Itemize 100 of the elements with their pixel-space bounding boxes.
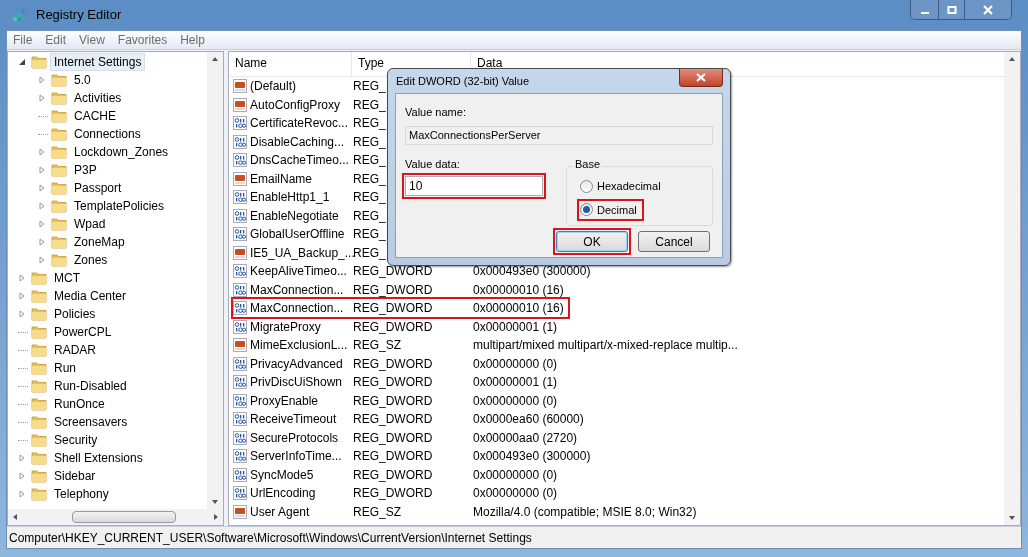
value-name: MaxConnection... xyxy=(249,281,345,299)
folder-icon xyxy=(31,451,47,465)
tree-item[interactable]: Lockdown_Zones xyxy=(70,143,173,161)
collapsed-arrow-icon[interactable] xyxy=(18,274,26,282)
tree-item[interactable]: Wpad xyxy=(70,215,110,233)
value-type: REG_ xyxy=(352,133,386,151)
collapsed-arrow-icon[interactable] xyxy=(38,238,46,246)
tree-item[interactable]: Policies xyxy=(50,305,100,323)
value-type: REG_DWORD xyxy=(352,318,433,336)
value-name: AutoConfigProxy xyxy=(249,96,342,114)
tree-item[interactable]: CACHE xyxy=(70,107,120,125)
table-row[interactable]: PrivDiscUiShown REG_DWORD 0x00000001 (1) xyxy=(233,373,562,392)
table-row[interactable]: SyncMode5 REG_DWORD 0x00000000 (0) xyxy=(233,465,562,484)
menu-item[interactable]: View xyxy=(73,31,111,49)
folder-icon xyxy=(51,181,67,195)
dialog-button[interactable]: OK xyxy=(556,231,628,252)
collapsed-arrow-icon[interactable] xyxy=(38,256,46,264)
binary-value-icon xyxy=(233,356,247,371)
vertical-scrollbar[interactable] xyxy=(207,52,223,509)
tree-item[interactable]: PowerCPL xyxy=(50,323,116,341)
collapsed-arrow-icon[interactable] xyxy=(38,184,46,192)
value-name: DnsCacheTimeo... xyxy=(249,152,350,170)
tree-item[interactable]: Sidebar xyxy=(50,467,100,485)
collapsed-arrow-icon[interactable] xyxy=(38,166,46,174)
expanded-arrow-icon[interactable] xyxy=(18,58,26,66)
collapsed-arrow-icon[interactable] xyxy=(38,94,46,102)
dialog-title: Edit DWORD (32-bit) Value xyxy=(396,73,530,89)
table-row[interactable]: User Agent REG_SZ Mozilla/4.0 (compatible; MSIE 8.0; Win32) xyxy=(233,502,701,521)
maximize-button[interactable] xyxy=(939,0,965,19)
folder-icon xyxy=(51,199,67,213)
tree-item[interactable]: Passport xyxy=(70,179,126,197)
minimize-button[interactable] xyxy=(911,0,939,19)
tree-item[interactable]: Run xyxy=(50,359,80,377)
collapsed-arrow-icon[interactable] xyxy=(38,76,46,84)
tree-item[interactable]: ZoneMap xyxy=(70,233,129,251)
tree-item[interactable]: Security xyxy=(50,431,102,449)
radio-option[interactable]: Hexadecimal xyxy=(580,178,665,195)
collapsed-arrow-icon[interactable] xyxy=(18,310,26,318)
tree-item[interactable]: MCT xyxy=(50,269,84,287)
collapsed-arrow-icon[interactable] xyxy=(18,472,26,480)
tree-item[interactable]: Shell Extensions xyxy=(50,449,147,467)
menu-item[interactable]: Favorites xyxy=(111,31,174,49)
table-row[interactable]: SecureProtocols REG_DWORD 0x00000aa0 (2720) xyxy=(233,428,582,447)
value-type: REG_ xyxy=(352,115,386,133)
table-row[interactable]: ReceiveTimeout REG_DWORD 0x0000ea60 (60000) xyxy=(233,410,588,429)
value-name-field[interactable]: MaxConnectionsPerServer xyxy=(405,125,713,145)
tree-item[interactable]: RADAR xyxy=(50,341,100,359)
value-data-label: Value data: xyxy=(405,156,461,172)
tree-item[interactable]: Screensavers xyxy=(50,413,132,431)
tree-item[interactable]: Media Center xyxy=(50,287,131,305)
table-row[interactable]: PrivacyAdvanced REG_DWORD 0x00000000 (0) xyxy=(233,354,562,373)
table-row[interactable]: KeepAliveTimeo... REG_DWORD 0x000493e0 (300000) xyxy=(233,262,595,281)
collapsed-arrow-icon[interactable] xyxy=(18,454,26,462)
table-row[interactable]: IE5_UA_Backup_...REG_ xyxy=(233,243,470,262)
table-row[interactable]: GlobalUserOffline REG_ xyxy=(233,225,470,244)
column-header[interactable]: Name xyxy=(229,52,352,76)
close-button[interactable] xyxy=(679,69,723,87)
tree-item[interactable]: TemplatePolicies xyxy=(70,197,169,215)
table-row[interactable]: MimeExclusionL... REG_SZ multipart/mixed multipart/x-mixed-replace multip... xyxy=(233,336,742,355)
radio-option[interactable]: Decimal xyxy=(580,201,641,218)
vertical-scrollbar[interactable] xyxy=(1004,52,1020,525)
table-row[interactable]: MaxConnection... REG_DWORD 0x00000010 (16) xyxy=(233,280,568,299)
collapsed-arrow-icon[interactable] xyxy=(38,220,46,228)
value-data: 0x00000001 (1) xyxy=(472,374,559,392)
tree-item[interactable]: Connections xyxy=(70,125,145,143)
menu-item[interactable]: File xyxy=(7,31,39,49)
maximize-icon xyxy=(946,4,957,15)
table-row[interactable]: EnableNegotiate REG_ xyxy=(233,206,470,225)
tree-item[interactable]: Telephony xyxy=(50,485,113,503)
table-row[interactable]: ServerInfoTime... REG_DWORD 0x000493e0 (300000) xyxy=(233,447,595,466)
collapsed-arrow-icon[interactable] xyxy=(38,148,46,156)
value-data-field[interactable]: 10 xyxy=(405,176,543,196)
table-row[interactable]: ProxyEnable REG_DWORD 0x00000000 (0) xyxy=(233,391,562,410)
string-value-icon xyxy=(233,338,247,353)
folder-icon xyxy=(51,163,67,177)
tree-item[interactable]: Run-Disabled xyxy=(50,377,131,395)
tree-item[interactable]: Activities xyxy=(70,89,126,107)
folder-icon xyxy=(51,253,67,267)
binary-value-icon xyxy=(233,134,247,149)
table-row[interactable]: MigrateProxy REG_DWORD 0x00000001 (1) xyxy=(233,317,562,336)
tree-item[interactable]: Zones xyxy=(70,251,112,269)
tree-item[interactable]: Internet Settings xyxy=(50,53,146,71)
horizontal-scrollbar[interactable] xyxy=(8,509,223,525)
menu-item[interactable]: Help xyxy=(174,31,211,49)
collapsed-arrow-icon[interactable] xyxy=(38,202,46,210)
dialog-button[interactable]: Cancel xyxy=(638,231,710,252)
tree-item[interactable]: P3P xyxy=(70,161,101,179)
tree-item[interactable]: 5.0 xyxy=(70,71,95,89)
tree-item[interactable]: RunOnce xyxy=(50,395,109,413)
table-row[interactable]: UrlEncoding REG_DWORD 0x00000000 (0) xyxy=(233,484,562,503)
collapsed-arrow-icon[interactable] xyxy=(18,292,26,300)
value-type: REG_ xyxy=(352,207,386,225)
menu-item[interactable]: Edit xyxy=(39,31,73,49)
value-type: REG_DWORD xyxy=(352,429,433,447)
table-row[interactable]: MaxConnection... REG_DWORD 0x00000010 (16) xyxy=(233,299,568,318)
value-type: REG_ xyxy=(352,170,386,188)
folder-icon xyxy=(31,361,47,375)
collapsed-arrow-icon[interactable] xyxy=(18,490,26,498)
value-data: 0x000493e0 (300000) xyxy=(472,263,592,281)
folder-icon xyxy=(31,433,47,447)
